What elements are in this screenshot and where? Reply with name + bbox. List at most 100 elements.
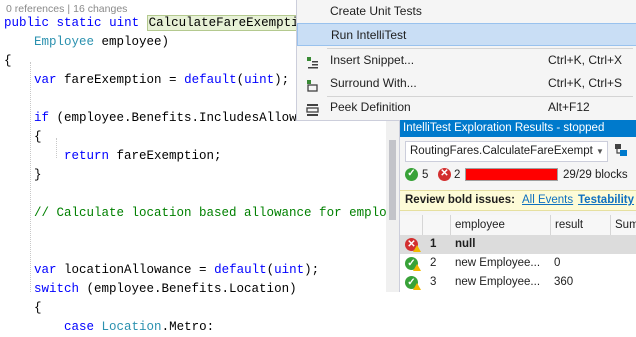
code-token: ( (266, 263, 275, 277)
passed-count: 5 (422, 169, 429, 181)
code-token: case (64, 320, 95, 334)
code-token: default (184, 73, 237, 87)
chevron-down-icon[interactable]: ▼ (593, 142, 607, 161)
run-tests-icon[interactable] (613, 142, 629, 158)
code-token: default (214, 263, 267, 277)
code-line[interactable]: if (employee.Benefits.IncludesAllowance (4, 109, 327, 128)
code-token: uint (109, 16, 140, 30)
menu-item-run-intellitest[interactable]: Run IntelliTest (297, 23, 636, 46)
menu-item-peek-definition[interactable]: Peek Definition Alt+F12 (297, 96, 636, 119)
review-issues-title: Review bold issues: (405, 194, 515, 206)
row-employee: null (455, 238, 476, 250)
menu-item-label: Create Unit Tests (330, 4, 422, 18)
row-result: 0 (554, 257, 561, 269)
table-row[interactable]: ✓ 2 new Employee... 0 (400, 254, 636, 273)
code-line[interactable]: var fareExemption = default(uint); (4, 71, 289, 90)
code-line[interactable]: Employee employee) (4, 33, 169, 52)
menu-item-label: Run IntelliTest (331, 28, 407, 42)
surround-icon (306, 77, 319, 92)
row-number: 1 (430, 238, 437, 250)
testability-link[interactable]: Testability (578, 191, 634, 210)
row-employee: new Employee... (455, 276, 541, 288)
code-token: return (64, 149, 110, 163)
scrollbar-thumb[interactable] (389, 140, 396, 220)
pass-icon: ✓ (405, 168, 418, 181)
code-line[interactable]: var locationAllowance = default(uint); (4, 261, 319, 280)
code-token: (employee.Benefits.Location) (79, 282, 297, 296)
menu-item-surround-with[interactable]: Surround With... Ctrl+K, Ctrl+S (297, 72, 636, 95)
warning-icon (413, 283, 421, 290)
exploration-stats: ✓ 5 ✕ 2 29/29 blocks (405, 166, 633, 184)
code-token: ); (274, 73, 290, 87)
column-header-employee[interactable]: employee (450, 215, 550, 235)
code-token: Employee (34, 35, 95, 49)
code-line[interactable]: public static uint CalculateFareExemptio… (4, 14, 316, 33)
code-token: { (4, 130, 42, 144)
code-line[interactable]: } (4, 166, 42, 185)
code-token: ( (236, 73, 245, 87)
code-token: uint (244, 73, 275, 87)
column-header-number[interactable] (422, 215, 450, 235)
code-token: public (4, 16, 50, 30)
intellitest-panel: IntelliTest Exploration Results - stoppe… (399, 120, 636, 292)
warning-icon (413, 245, 421, 252)
row-result: 360 (554, 276, 574, 288)
table-row[interactable]: ✓ 3 new Employee... 360 (400, 273, 636, 292)
code-token: static (56, 16, 102, 30)
menu-item-shortcut: Alt+F12 (548, 100, 590, 114)
menu-item-create-unit-tests[interactable]: Create Unit Tests (297, 0, 636, 23)
code-token: employee) (94, 35, 170, 49)
code-line[interactable]: { (4, 128, 42, 147)
review-issues-bar: Review bold issues: All Events Testabili… (400, 190, 636, 211)
fail-icon: ✕ (438, 168, 451, 181)
row-number: 2 (430, 257, 437, 269)
method-select-value: RoutingFares.CalculateFareExemption (410, 145, 608, 157)
menu-item-shortcut: Ctrl+K, Ctrl+X (548, 53, 623, 67)
row-employee: new Employee... (455, 257, 541, 269)
code-token: locationAllowance = (56, 263, 215, 277)
highlighted-method-name: CalculateFareExemption (146, 15, 316, 31)
code-line[interactable]: case Location.Metro: (4, 318, 214, 337)
column-header-sum[interactable]: Sum (610, 215, 636, 235)
all-events-link[interactable]: All Events (522, 191, 573, 210)
column-header-result[interactable]: result (550, 215, 610, 235)
code-token: fareExemption = (56, 73, 185, 87)
code-token: { (4, 54, 12, 68)
menu-item-label: Insert Snippet... (330, 53, 415, 67)
code-token: { (4, 301, 42, 315)
blocks-count: 29/29 blocks (563, 169, 628, 181)
code-token: var (34, 73, 57, 87)
menu-item-shortcut: Ctrl+K, Ctrl+S (548, 76, 623, 90)
progress-fill (466, 169, 557, 180)
menu-item-label: Surround With... (330, 76, 417, 90)
code-token: Location (101, 320, 162, 334)
code-line[interactable]: switch (employee.Benefits.Location) (4, 280, 297, 299)
code-token: // Calculate location based allowance fo… (34, 206, 410, 220)
context-menu: Create Unit Tests Run IntelliTest Insert… (296, 0, 636, 121)
code-line[interactable]: return fareExemption; (4, 147, 222, 166)
code-line[interactable]: { (4, 52, 12, 71)
code-token: } (4, 168, 42, 182)
intellitest-title: IntelliTest Exploration Results - stoppe… (400, 120, 636, 137)
table-row[interactable]: ✕ 1 null (400, 235, 636, 254)
code-token: if (34, 111, 50, 125)
snippet-icon (306, 54, 319, 69)
menu-item-insert-snippet[interactable]: Insert Snippet... Ctrl+K, Ctrl+X (297, 49, 636, 72)
code-token: fareExemption; (109, 149, 222, 163)
code-line[interactable]: // Calculate location based allowance fo… (4, 204, 409, 223)
code-token: switch (34, 282, 80, 296)
method-select[interactable]: RoutingFares.CalculateFareExemption ▼ (405, 141, 608, 162)
column-header-status[interactable] (400, 215, 422, 235)
code-line[interactable]: { (4, 299, 42, 318)
failed-count: 2 (454, 169, 461, 181)
